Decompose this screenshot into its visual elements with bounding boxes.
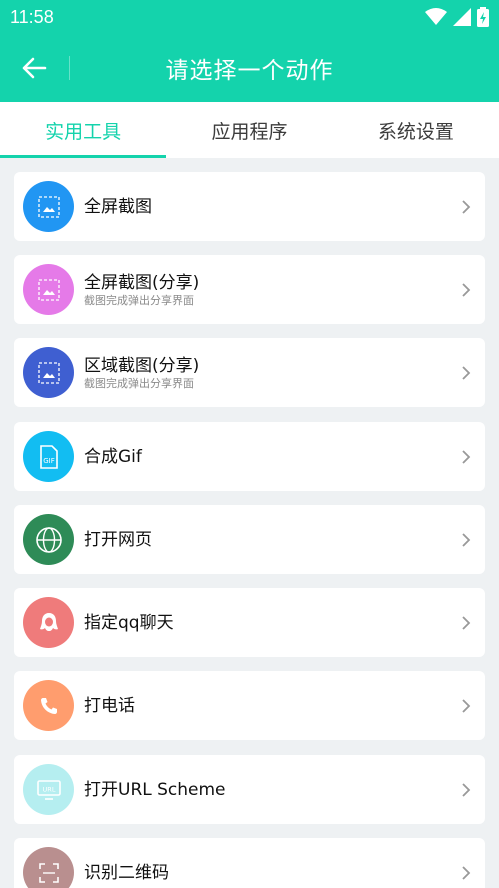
action-item-text: 合成Gif [84, 422, 142, 491]
screenshot-share-icon [23, 264, 74, 315]
action-item-open-webpage[interactable]: 打开网页 [14, 505, 485, 574]
action-item-text: 区域截图(分享) 截图完成弹出分享界面 [84, 338, 199, 407]
action-item-text: 打开网页 [84, 505, 152, 574]
region-screenshot-icon [23, 347, 74, 398]
action-item-phone-call[interactable]: 打电话 [14, 671, 485, 740]
action-item-text: 打开URL Scheme [84, 755, 226, 824]
action-item-title: 打开URL Scheme [84, 779, 226, 800]
action-item-fullscreen-screenshot[interactable]: 全屏截图 [14, 172, 485, 241]
action-item-title: 识别二维码 [84, 862, 169, 883]
chevron-right-icon [459, 695, 473, 717]
action-item-open-url-scheme[interactable]: URL 打开URL Scheme [14, 755, 485, 824]
action-item-title: 全屏截图(分享) [84, 272, 200, 293]
action-item-title: 打电话 [84, 695, 135, 716]
chevron-right-icon [459, 362, 473, 384]
wifi-icon [425, 8, 447, 25]
url-icon: URL [23, 764, 74, 815]
phone-icon [23, 680, 74, 731]
tab-bar: 实用工具 应用程序 系统设置 [0, 102, 499, 158]
status-bar: 11:58 [0, 0, 499, 34]
svg-text:URL: URL [42, 785, 55, 793]
action-item-title: 区域截图(分享) [84, 355, 200, 376]
chevron-right-icon [459, 612, 473, 634]
action-item-title: 合成Gif [84, 446, 142, 467]
tab-settings[interactable]: 系统设置 [333, 102, 499, 158]
tab-tools[interactable]: 实用工具 [0, 102, 167, 158]
action-item-text: 识别二维码 [84, 838, 169, 888]
gif-icon: GIF [23, 431, 74, 482]
action-item-make-gif[interactable]: GIF 合成Gif [14, 422, 485, 491]
action-item-title: 全屏截图 [84, 196, 152, 217]
app-bar: 请选择一个动作 [0, 34, 499, 102]
chevron-right-icon [459, 862, 473, 884]
status-time: 11:58 [10, 6, 54, 27]
page-title: 请选择一个动作 [165, 58, 334, 84]
action-item-text: 全屏截图(分享) 截图完成弹出分享界面 [84, 255, 199, 324]
qq-icon [23, 597, 74, 648]
chevron-right-icon [459, 779, 473, 801]
chevron-right-icon [459, 196, 473, 218]
battery-icon [477, 7, 489, 27]
svg-text:GIF: GIF [43, 457, 55, 465]
chevron-right-icon [459, 446, 473, 468]
app-bar-divider [69, 56, 70, 80]
action-item-title: 指定qq聊天 [84, 612, 174, 633]
action-item-text: 打电话 [84, 671, 135, 740]
status-icons [425, 7, 489, 27]
action-item-title: 打开网页 [84, 529, 152, 550]
chevron-right-icon [459, 279, 473, 301]
arrow-left-icon [22, 57, 47, 79]
action-item-fullscreen-screenshot-share[interactable]: 全屏截图(分享) 截图完成弹出分享界面 [14, 255, 485, 324]
tab-apps[interactable]: 应用程序 [166, 102, 332, 158]
action-item-text: 指定qq聊天 [84, 588, 174, 657]
action-item-subtitle: 截图完成弹出分享界面 [84, 293, 194, 307]
action-item-subtitle: 截图完成弹出分享界面 [84, 376, 194, 390]
chevron-right-icon [459, 529, 473, 551]
screenshot-icon [23, 181, 74, 232]
action-item-qq-chat[interactable]: 指定qq聊天 [14, 588, 485, 657]
signal-icon [453, 8, 471, 26]
globe-icon [23, 514, 74, 565]
action-item-text: 全屏截图 [84, 172, 152, 241]
action-item-region-screenshot-share[interactable]: 区域截图(分享) 截图完成弹出分享界面 [14, 338, 485, 407]
qrcode-scan-icon [23, 847, 74, 888]
action-item-scan-qrcode[interactable]: 识别二维码 [14, 838, 485, 888]
back-button[interactable] [14, 48, 54, 88]
